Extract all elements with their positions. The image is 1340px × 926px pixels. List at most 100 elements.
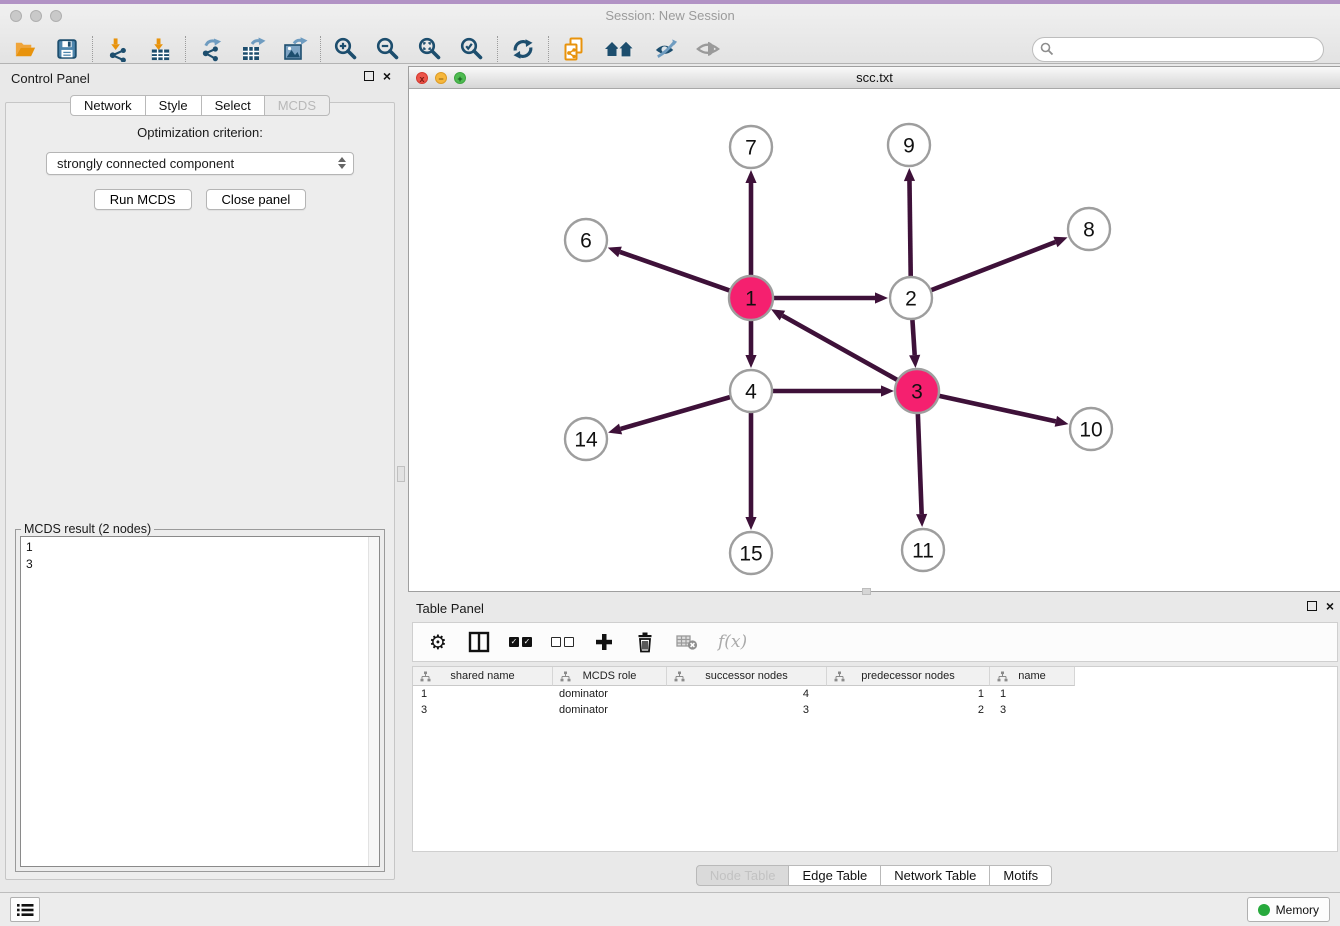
- search-input[interactable]: [1032, 37, 1324, 62]
- close-panel-icon[interactable]: ×: [383, 70, 391, 82]
- column-header-MCDS-role[interactable]: MCDS role: [553, 667, 667, 686]
- import-table-icon[interactable]: [147, 36, 173, 62]
- graph-node-label: 1: [745, 287, 757, 310]
- edge-2-3[interactable]: [912, 319, 914, 355]
- table-cell[interactable]: 3: [413, 702, 553, 718]
- window-chrome: Session: New Session: [0, 4, 1340, 64]
- edge-3-1[interactable]: [782, 316, 898, 381]
- run-mcds-button[interactable]: Run MCDS: [94, 189, 192, 210]
- show-details-eye-icon[interactable]: [695, 36, 721, 62]
- table-row[interactable]: 1dominator411: [413, 686, 1337, 702]
- table-cell[interactable]: 1: [827, 686, 990, 702]
- homes-icon[interactable]: [603, 36, 637, 62]
- maximize-network-icon[interactable]: +: [454, 72, 466, 84]
- network-window-titlebar[interactable]: x − + scc.txt: [409, 67, 1340, 89]
- zoom-out-icon[interactable]: [375, 36, 401, 62]
- zoom-fit-icon[interactable]: [417, 36, 443, 62]
- tab-style[interactable]: Style: [146, 95, 202, 116]
- tab-network-table[interactable]: Network Table: [881, 865, 990, 886]
- export-network-icon[interactable]: [198, 36, 224, 62]
- table-cell[interactable]: 2: [827, 702, 990, 718]
- table-cell[interactable]: dominator: [553, 702, 667, 718]
- control-panel: Control Panel × NetworkStyleSelectMCDS O…: [3, 66, 397, 880]
- edge-arrowhead: [608, 247, 622, 258]
- close-window-button[interactable]: [10, 10, 22, 22]
- table-cell[interactable]: 1: [990, 686, 1075, 702]
- float-panel-icon[interactable]: [364, 71, 374, 81]
- minimize-network-icon[interactable]: −: [435, 72, 447, 84]
- edge-3-11[interactable]: [918, 412, 922, 514]
- delete-column-icon[interactable]: [634, 630, 656, 654]
- graph-node-label: 2: [905, 287, 917, 310]
- main-titlebar[interactable]: Session: New Session: [0, 4, 1340, 28]
- tab-node-table[interactable]: Node Table: [696, 865, 790, 886]
- column-header-successor-nodes[interactable]: successor nodes: [667, 667, 827, 686]
- maximize-window-button[interactable]: [50, 10, 62, 22]
- tab-network[interactable]: Network: [70, 95, 146, 116]
- select-all-columns-icon[interactable]: ✓✓: [509, 630, 532, 654]
- edge-arrowhead: [745, 517, 756, 530]
- close-network-icon[interactable]: x: [416, 72, 428, 84]
- result-scrollbar[interactable]: [368, 537, 379, 866]
- close-table-panel-icon[interactable]: ×: [1326, 600, 1334, 612]
- table-tabs-bar: Node TableEdge TableNetwork TableMotifs: [408, 865, 1340, 886]
- table-cell[interactable]: 4: [667, 686, 827, 702]
- zoom-selected-icon[interactable]: [459, 36, 485, 62]
- function-builder-icon[interactable]: f(x): [718, 630, 747, 654]
- panel-splitter-handle[interactable]: [397, 466, 405, 482]
- optimization-criterion-select[interactable]: strongly connected component: [46, 152, 354, 175]
- table-cell[interactable]: 3: [667, 702, 827, 718]
- search-field[interactable]: [1032, 37, 1324, 62]
- tab-select[interactable]: Select: [202, 95, 265, 116]
- edge-4-14[interactable]: [621, 397, 731, 429]
- mcds-result-groupbox: MCDS result (2 nodes) 1 3: [15, 529, 385, 872]
- table-cell[interactable]: 1: [413, 686, 553, 702]
- save-icon[interactable]: [54, 36, 80, 62]
- task-history-button[interactable]: [10, 897, 40, 922]
- edge-2-8[interactable]: [931, 242, 1056, 290]
- hide-details-eye-icon[interactable]: [653, 36, 679, 62]
- table-row[interactable]: 3dominator323: [413, 702, 1337, 718]
- node-table[interactable]: shared nameMCDS rolesuccessor nodesprede…: [412, 666, 1338, 852]
- search-icon: [1040, 42, 1054, 59]
- column-header-name[interactable]: name: [990, 667, 1075, 686]
- export-image-icon[interactable]: [282, 36, 308, 62]
- gear-icon[interactable]: ⚙: [427, 630, 449, 654]
- table-cell[interactable]: 3: [990, 702, 1075, 718]
- graph-node-label: 15: [739, 542, 762, 565]
- split-view-icon[interactable]: [468, 630, 490, 654]
- edge-arrowhead: [916, 514, 927, 527]
- float-table-panel-icon[interactable]: [1307, 601, 1317, 611]
- delete-table-icon[interactable]: [675, 630, 699, 654]
- zoom-in-icon[interactable]: [333, 36, 359, 62]
- duplicate-network-icon[interactable]: [561, 36, 587, 62]
- column-header-predecessor-nodes[interactable]: predecessor nodes: [827, 667, 990, 686]
- export-table-icon[interactable]: [240, 36, 266, 62]
- open-folder-icon[interactable]: [12, 36, 38, 62]
- column-header-shared-name[interactable]: shared name: [413, 667, 553, 686]
- tab-motifs[interactable]: Motifs: [990, 865, 1052, 886]
- tab-mcds[interactable]: MCDS: [265, 95, 330, 116]
- table-toolbar: ⚙ ✓✓ f(x): [412, 622, 1338, 662]
- edge-3-10[interactable]: [938, 395, 1056, 421]
- window-controls[interactable]: [10, 10, 62, 22]
- minimize-window-button[interactable]: [30, 10, 42, 22]
- network-graph[interactable]: 1234678910111415: [409, 89, 1339, 591]
- tab-edge-table[interactable]: Edge Table: [789, 865, 881, 886]
- canvas-resize-handle[interactable]: [862, 588, 871, 595]
- network-view-window: x − + scc.txt 1234678910111415: [408, 66, 1340, 592]
- edge-2-9[interactable]: [909, 181, 910, 277]
- unselect-all-columns-icon[interactable]: [551, 630, 574, 654]
- close-panel-button[interactable]: Close panel: [206, 189, 307, 210]
- mcds-result-area[interactable]: 1 3: [20, 536, 380, 867]
- memory-button[interactable]: Memory: [1247, 897, 1330, 922]
- import-network-icon[interactable]: [105, 36, 131, 62]
- table-cell[interactable]: dominator: [553, 686, 667, 702]
- network-canvas[interactable]: 1234678910111415: [409, 89, 1339, 591]
- control-panel-tabs: NetworkStyleSelectMCDS: [3, 95, 397, 116]
- add-column-icon[interactable]: [593, 630, 615, 654]
- graph-node-label: 8: [1083, 218, 1095, 241]
- table-tabs: Node TableEdge TableNetwork TableMotifs: [696, 865, 1052, 886]
- refresh-icon[interactable]: [510, 36, 536, 62]
- edge-1-6[interactable]: [620, 252, 731, 291]
